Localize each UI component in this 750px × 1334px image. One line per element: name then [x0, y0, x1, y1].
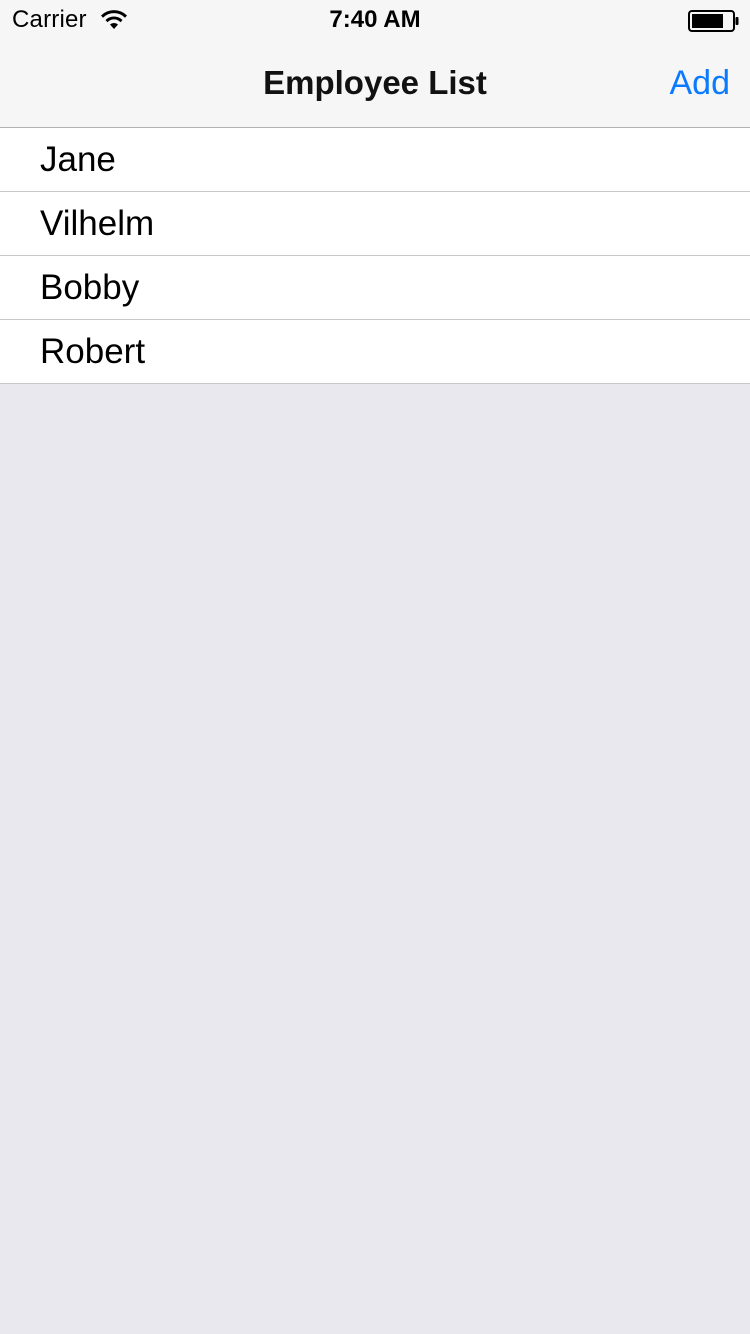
employee-list: Jane Vilhelm Bobby Robert [0, 128, 750, 384]
battery-icon [688, 10, 739, 32]
clock: 7:40 AM [329, 6, 421, 33]
employee-name: Bobby [40, 268, 140, 307]
add-button[interactable]: Add [670, 64, 731, 103]
list-item[interactable]: Jane [0, 128, 750, 192]
page-title: Employee List [263, 64, 487, 101]
employee-name: Jane [40, 140, 116, 179]
employee-name: Robert [40, 332, 146, 371]
list-item[interactable]: Bobby [0, 256, 750, 320]
list-item[interactable]: Vilhelm [0, 192, 750, 256]
list-item[interactable]: Robert [0, 320, 750, 384]
status-bar: Carrier 7:40 AM [0, 0, 750, 40]
employee-name: Vilhelm [40, 204, 155, 243]
top-bar: Carrier 7:40 AM Employee List Add [0, 0, 750, 128]
